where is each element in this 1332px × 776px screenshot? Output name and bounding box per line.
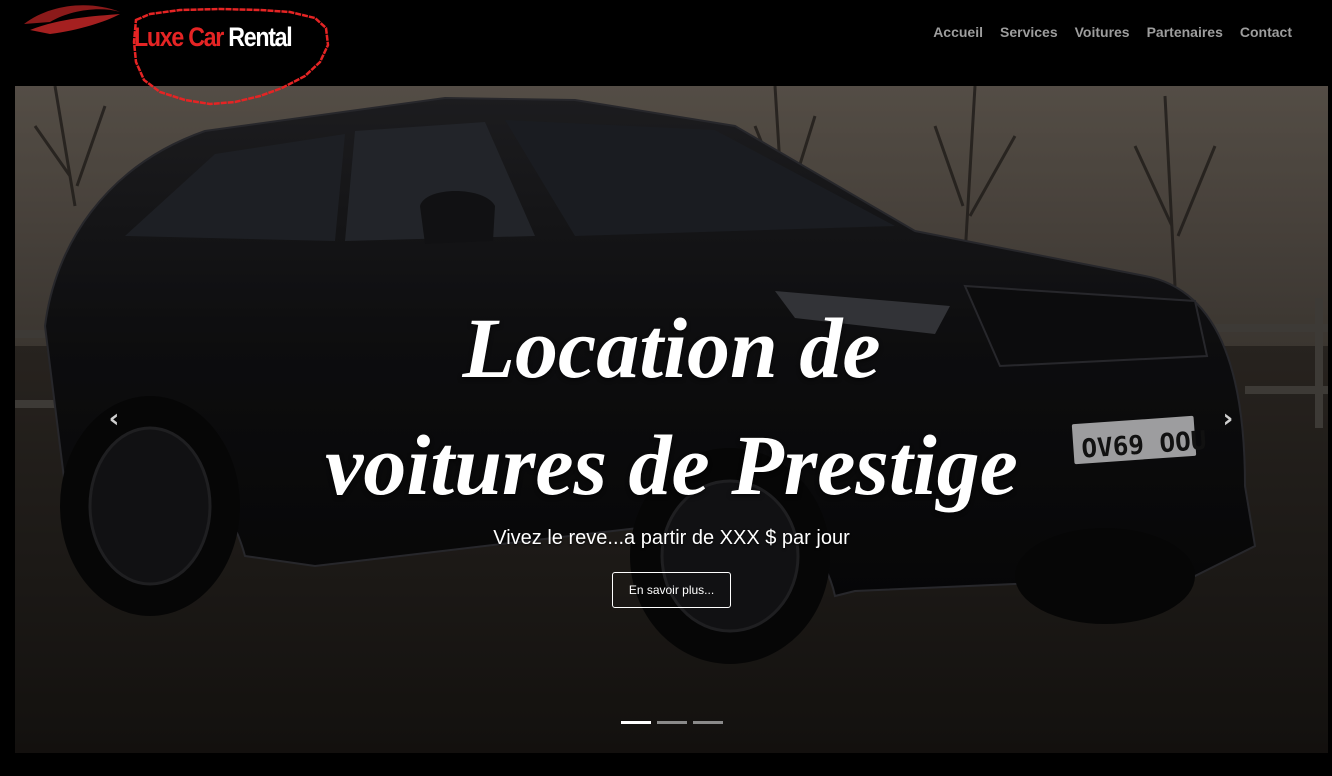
carousel-indicator-1[interactable] — [621, 721, 651, 724]
carousel-indicators — [621, 721, 723, 724]
page-bottom-strip — [0, 753, 1332, 776]
logo-wordmark: Luxe Car Rental — [134, 22, 293, 53]
hero-headline-line-2: voitures de Prestige — [325, 417, 1018, 513]
brand-logo[interactable]: Luxe Car Rental — [20, 0, 340, 108]
logo-word-luxe-car: Luxe Car — [134, 22, 224, 52]
carousel-indicator-2[interactable] — [657, 721, 687, 724]
logo-swoosh-graphic — [24, 5, 330, 106]
learn-more-button[interactable]: En savoir plus... — [612, 572, 731, 608]
logo-word-rental: Rental — [228, 22, 293, 52]
hero-headline: Location de voitures de Prestige — [15, 290, 1328, 524]
nav-item-voitures[interactable]: Voitures — [1075, 24, 1130, 40]
nav-item-services[interactable]: Services — [1000, 24, 1058, 40]
hero-subtitle: Vivez le reve...a partir de XXX $ par jo… — [493, 527, 850, 549]
chevron-right-icon[interactable]: › — [1213, 404, 1243, 434]
hero-carousel: OV69 OOU Location de voitures de Prestig… — [15, 86, 1328, 753]
nav-item-partenaires[interactable]: Partenaires — [1147, 24, 1223, 40]
chevron-left-icon[interactable]: ‹ — [99, 404, 129, 434]
hero-headline-line-1: Location de — [462, 300, 881, 396]
nav-item-accueil[interactable]: Accueil — [933, 24, 983, 40]
site-header: Luxe Car Rental Accueil Services Voiture… — [0, 0, 1332, 106]
main-nav: Accueil Services Voitures Partenaires Co… — [933, 24, 1292, 40]
carousel-indicator-3[interactable] — [693, 721, 723, 724]
nav-item-contact[interactable]: Contact — [1240, 24, 1292, 40]
